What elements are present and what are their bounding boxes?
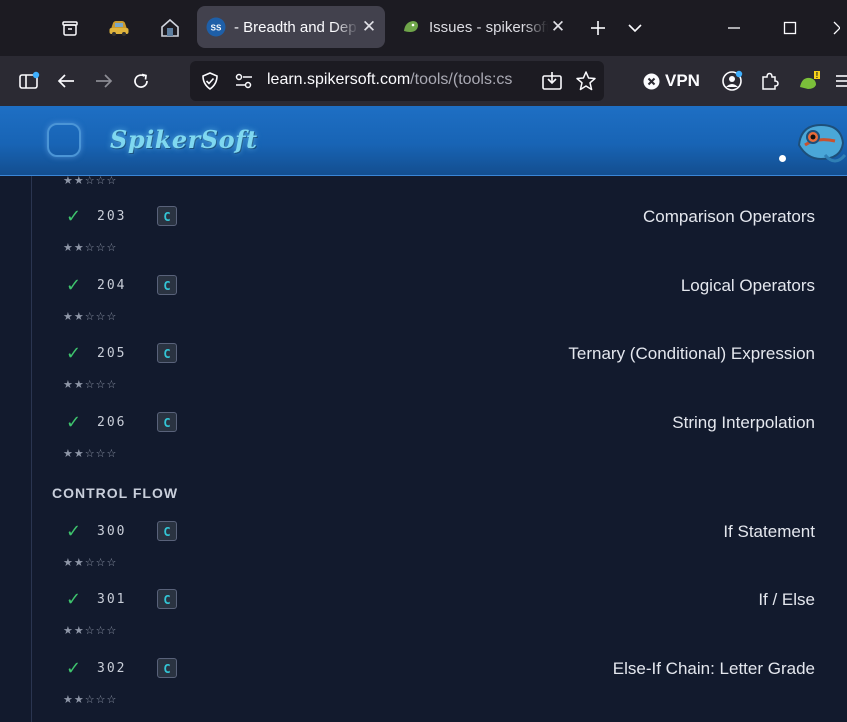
difficulty-stars: ★★☆☆☆ — [63, 242, 118, 254]
language-badge: C — [157, 521, 177, 541]
tracking-protection-shield-icon[interactable] — [200, 71, 220, 91]
address-bar[interactable]: learn.spikersoft.com/tools/(tools:cs — [190, 61, 604, 101]
app-menu-icon[interactable] — [830, 64, 847, 98]
difficulty-stars: ★★☆☆☆ — [63, 694, 118, 706]
lesson-number: 205 — [97, 346, 127, 361]
url-text[interactable]: learn.spikersoft.com/tools/(tools:cs — [267, 71, 533, 89]
language-badge: C — [157, 343, 177, 363]
completed-check-icon: ✓ — [66, 412, 82, 432]
vpn-button[interactable]: VPN — [643, 68, 700, 94]
lesson-number: 204 — [97, 278, 127, 293]
back-icon[interactable] — [49, 64, 83, 98]
minimize-icon[interactable] — [716, 10, 752, 46]
lesson-number: 203 — [97, 209, 127, 224]
list-tabs-chevron-icon[interactable] — [617, 10, 653, 46]
browser-tab-strip: SS - Breadth and Dep ✕ Issues - spikerso… — [0, 0, 847, 56]
pinned-tab-car-icon[interactable] — [101, 10, 137, 46]
lesson-title[interactable]: Ternary (Conditional) Expression — [568, 344, 815, 364]
svg-text:!: ! — [816, 71, 819, 80]
pinned-tab-home-icon[interactable] — [152, 10, 188, 46]
vpn-off-icon — [643, 73, 660, 89]
new-tab-icon[interactable] — [580, 10, 616, 46]
tab-title: Issues - spikersoft — [429, 18, 548, 36]
site-permissions-icon[interactable] — [234, 72, 254, 90]
close-tab-icon[interactable]: ✕ — [359, 17, 379, 37]
left-divider — [31, 176, 32, 722]
difficulty-stars: ★★☆☆☆ — [63, 379, 118, 391]
lesson-list: ★★☆☆☆ ✓ 203 C Comparison Operators ★★☆☆☆… — [0, 176, 847, 722]
language-badge: C — [157, 658, 177, 678]
lesson-title[interactable]: Else-If Chain: Letter Grade — [613, 659, 815, 679]
bookmark-star-icon[interactable] — [575, 70, 597, 92]
lesson-number: 302 — [97, 661, 127, 676]
difficulty-stars: ★★☆☆☆ — [63, 176, 118, 187]
site-header: SpikerSoft — [0, 106, 847, 176]
chameleon-mascot-icon — [797, 123, 847, 163]
tab-breadth-and-depth[interactable]: SS - Breadth and Dep ✕ — [197, 6, 385, 48]
language-badge: C — [157, 589, 177, 609]
issues-favicon-icon — [404, 21, 418, 32]
difficulty-stars: ★★☆☆☆ — [63, 448, 118, 460]
reload-icon[interactable] — [124, 64, 158, 98]
tab-title: - Breadth and Dep — [234, 18, 357, 36]
save-page-icon[interactable] — [541, 70, 563, 92]
tab-issues[interactable]: Issues - spikersoft ✕ — [392, 6, 574, 48]
lesson-number: 206 — [97, 415, 127, 430]
maximize-icon[interactable] — [772, 10, 808, 46]
language-badge: C — [157, 275, 177, 295]
browser-nav-bar: learn.spikersoft.com/tools/(tools:cs VPN… — [0, 56, 847, 106]
lesson-number: 300 — [97, 524, 127, 539]
extension-chameleon-icon[interactable]: ! — [793, 64, 827, 98]
site-brand[interactable]: SpikerSoft — [110, 125, 258, 154]
close-tab-icon[interactable]: ✕ — [548, 17, 568, 37]
lesson-title[interactable]: If / Else — [758, 590, 815, 610]
language-badge: C — [157, 412, 177, 432]
forward-icon[interactable] — [87, 64, 121, 98]
account-icon[interactable] — [715, 64, 749, 98]
lesson-title[interactable]: String Interpolation — [672, 413, 815, 433]
menu-ring-icon[interactable] — [47, 123, 81, 157]
spikersoft-favicon-icon: SS — [206, 17, 226, 37]
completed-check-icon: ✓ — [66, 275, 82, 295]
completed-check-icon: ✓ — [66, 343, 82, 363]
completed-check-icon: ✓ — [66, 658, 82, 678]
status-dot-icon — [779, 155, 786, 162]
section-header-control-flow: CONTROL FLOW — [52, 485, 179, 501]
language-badge: C — [157, 206, 177, 226]
completed-check-icon: ✓ — [66, 521, 82, 541]
svg-text:SS: SS — [211, 24, 222, 33]
lesson-number: 301 — [97, 592, 127, 607]
difficulty-stars: ★★☆☆☆ — [63, 557, 118, 569]
completed-check-icon: ✓ — [66, 589, 82, 609]
close-window-icon[interactable] — [826, 10, 847, 46]
lesson-title[interactable]: Logical Operators — [681, 276, 815, 296]
lesson-title[interactable]: Comparison Operators — [643, 207, 815, 227]
lesson-title[interactable]: If Statement — [723, 522, 815, 542]
completed-check-icon: ✓ — [66, 206, 82, 226]
tab-overview-icon[interactable] — [52, 10, 88, 46]
extensions-puzzle-icon[interactable] — [752, 64, 786, 98]
vpn-label: VPN — [665, 71, 700, 90]
sidebar-toggle-icon[interactable] — [12, 64, 46, 98]
difficulty-stars: ★★☆☆☆ — [63, 625, 118, 637]
difficulty-stars: ★★☆☆☆ — [63, 311, 118, 323]
